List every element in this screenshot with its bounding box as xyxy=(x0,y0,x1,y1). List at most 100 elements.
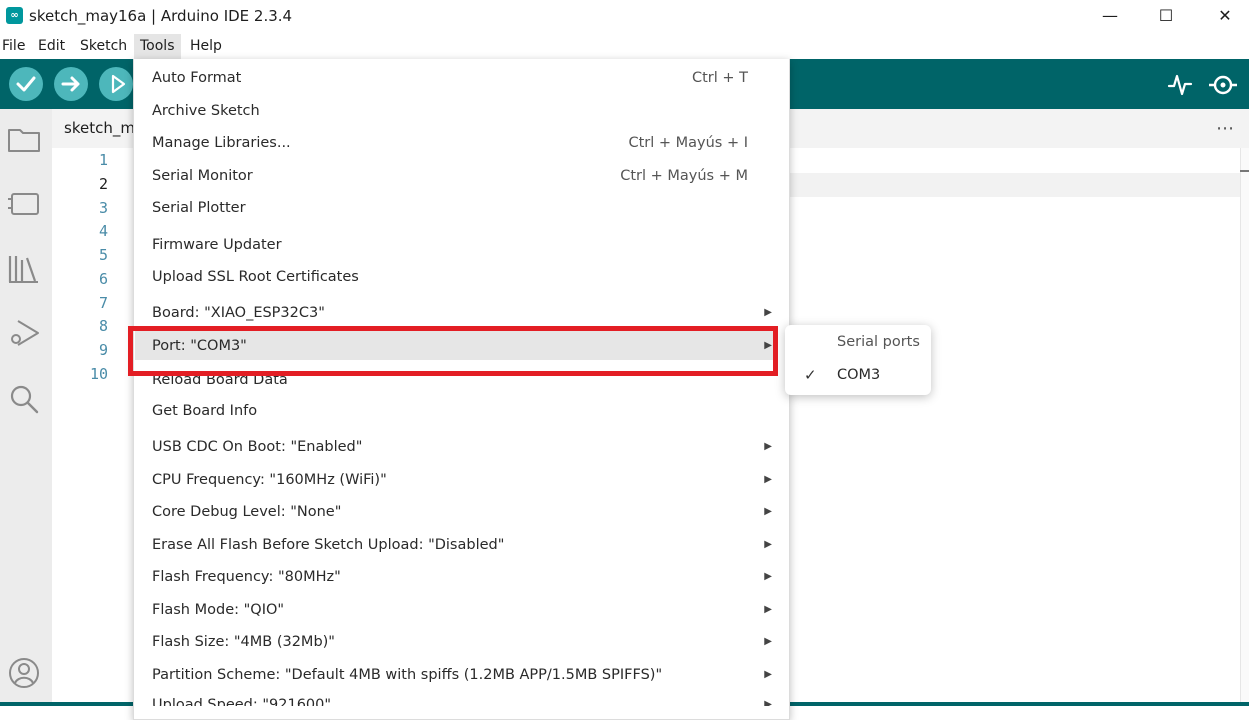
monitor-icon xyxy=(1209,75,1237,95)
search-icon xyxy=(10,385,39,414)
menu-item-label: Flash Frequency: "80MHz" xyxy=(152,569,341,585)
line-number: 10 xyxy=(89,365,108,383)
submenu-arrow-icon: ▶ xyxy=(764,307,772,318)
submenu-arrow-icon: ▶ xyxy=(764,699,772,706)
line-number: 6 xyxy=(98,270,108,288)
menu-item-label: Erase All Flash Before Sketch Upload: "D… xyxy=(152,537,505,553)
annotation-highlight-box xyxy=(128,326,778,376)
line-number: 3 xyxy=(98,199,108,217)
more-options-icon[interactable]: ⋯ xyxy=(1216,118,1235,139)
menu-item-label: Upload Speed: "921600" xyxy=(152,697,332,706)
menu-item-archive-sketch[interactable]: Archive Sketch xyxy=(152,97,772,125)
submenu-header: Serial ports xyxy=(837,334,920,350)
menu-edit[interactable]: Edit xyxy=(32,34,71,59)
maximize-button[interactable]: ☐ xyxy=(1143,0,1189,32)
menu-item-core-debug-level[interactable]: Core Debug Level: "None" ▶ xyxy=(152,498,772,526)
scrollbar-marker xyxy=(1240,170,1249,172)
submenu-arrow-icon: ▶ xyxy=(764,604,772,615)
checkmark-icon: ✓ xyxy=(804,366,817,384)
library-manager-button[interactable] xyxy=(6,251,42,287)
window-title: sketch_may16a | Arduino IDE 2.3.4 xyxy=(29,7,293,25)
menu-file[interactable]: File xyxy=(0,34,31,59)
menu-help[interactable]: Help xyxy=(184,34,228,59)
menu-item-erase-all-flash[interactable]: Erase All Flash Before Sketch Upload: "D… xyxy=(152,531,772,559)
serial-monitor-button[interactable] xyxy=(1206,68,1240,102)
menu-item-firmware-updater[interactable]: Firmware Updater xyxy=(152,231,772,259)
boards-manager-button[interactable] xyxy=(6,186,42,222)
sketchbook-button[interactable] xyxy=(6,121,42,157)
submenu-arrow-icon: ▶ xyxy=(764,669,772,680)
menu-item-label: Get Board Info xyxy=(152,403,258,419)
close-button[interactable]: ✕ xyxy=(1202,0,1248,32)
line-number: 1 xyxy=(98,151,108,169)
menu-item-board[interactable]: Board: "XIAO_ESP32C3" ▶ xyxy=(152,299,772,327)
menu-item-upload-speed[interactable]: Upload Speed: "921600" ▶ xyxy=(152,691,772,706)
menu-item-label: Manage Libraries... xyxy=(152,135,291,151)
menu-item-shortcut: Ctrl + Mayús + I xyxy=(628,135,748,151)
debug-panel-button[interactable] xyxy=(6,316,42,352)
board-icon xyxy=(8,193,39,215)
menu-item-label: Serial Plotter xyxy=(152,200,246,216)
menu-item-serial-plotter[interactable]: Serial Plotter xyxy=(152,194,772,222)
menu-item-shortcut: Ctrl + Mayús + M xyxy=(620,168,748,184)
menu-item-flash-mode[interactable]: Flash Mode: "QIO" ▶ xyxy=(152,596,772,624)
menu-bar: File Edit Sketch Tools Help xyxy=(0,34,1249,59)
search-button[interactable] xyxy=(6,381,42,417)
menu-item-label: Archive Sketch xyxy=(152,103,260,119)
tab-sketch[interactable]: sketch_m xyxy=(64,119,135,137)
submenu-arrow-icon: ▶ xyxy=(764,506,772,517)
arrow-right-icon xyxy=(61,76,80,92)
line-number: 8 xyxy=(98,317,108,335)
submenu-arrow-icon: ▶ xyxy=(764,539,772,550)
menu-item-label: Flash Size: "4MB (32Mb)" xyxy=(152,634,335,650)
port-option-com3[interactable]: COM3 xyxy=(837,367,880,383)
menu-item-serial-monitor[interactable]: Serial Monitor Ctrl + Mayús + M xyxy=(152,162,772,190)
menu-item-label: Firmware Updater xyxy=(152,237,282,253)
minimize-button[interactable]: — xyxy=(1087,0,1133,32)
submenu-arrow-icon: ▶ xyxy=(764,571,772,582)
verify-button[interactable] xyxy=(9,67,43,101)
menu-item-partition-scheme[interactable]: Partition Scheme: "Default 4MB with spif… xyxy=(152,661,772,689)
menu-item-manage-libraries[interactable]: Manage Libraries... Ctrl + Mayús + I xyxy=(152,129,772,157)
plotter-icon xyxy=(1167,74,1193,96)
arduino-logo-icon: ∞ xyxy=(6,7,23,24)
line-number: 9 xyxy=(98,341,108,359)
debug-icon xyxy=(111,74,126,94)
menu-item-label: USB CDC On Boot: "Enabled" xyxy=(152,439,363,455)
menu-item-flash-size[interactable]: Flash Size: "4MB (32Mb)" ▶ xyxy=(152,628,772,656)
current-line-highlight xyxy=(788,173,1240,197)
submenu-arrow-icon: ▶ xyxy=(764,441,772,452)
menu-item-get-board-info[interactable]: Get Board Info xyxy=(152,397,772,425)
user-icon xyxy=(9,658,39,688)
profile-button[interactable] xyxy=(6,655,42,691)
menu-item-label: Flash Mode: "QIO" xyxy=(152,602,285,618)
upload-button[interactable] xyxy=(54,67,88,101)
submenu-arrow-icon: ▶ xyxy=(764,474,772,485)
submenu-arrow-icon: ▶ xyxy=(764,636,772,647)
debug-icon xyxy=(11,320,39,346)
vertical-scrollbar[interactable] xyxy=(1240,148,1249,706)
menu-item-label: Serial Monitor xyxy=(152,168,253,184)
menu-item-label: Board: "XIAO_ESP32C3" xyxy=(152,305,325,321)
line-number: 4 xyxy=(98,222,108,240)
menu-item-flash-frequency[interactable]: Flash Frequency: "80MHz" ▶ xyxy=(152,563,772,591)
serial-plotter-button[interactable] xyxy=(1165,70,1195,100)
library-icon xyxy=(8,256,38,283)
menu-item-label: CPU Frequency: "160MHz (WiFi)" xyxy=(152,472,387,488)
debug-button[interactable] xyxy=(99,67,133,101)
menu-sketch[interactable]: Sketch xyxy=(74,34,133,59)
menu-item-usb-cdc-on-boot[interactable]: USB CDC On Boot: "Enabled" ▶ xyxy=(152,433,772,461)
menu-item-cpu-frequency[interactable]: CPU Frequency: "160MHz (WiFi)" ▶ xyxy=(152,466,772,494)
line-number: 7 xyxy=(98,294,108,312)
menu-item-label: Auto Format xyxy=(152,70,242,86)
menu-item-label: Core Debug Level: "None" xyxy=(152,504,342,520)
menu-item-auto-format[interactable]: Auto Format Ctrl + T xyxy=(152,64,772,92)
menu-item-upload-ssl-root-certificates[interactable]: Upload SSL Root Certificates xyxy=(152,263,772,291)
line-number: 2 xyxy=(98,175,108,193)
line-number: 5 xyxy=(98,246,108,264)
menu-item-shortcut: Ctrl + T xyxy=(691,70,748,86)
folder-icon xyxy=(8,129,40,152)
menu-item-label: Partition Scheme: "Default 4MB with spif… xyxy=(152,667,663,683)
checkmark-icon xyxy=(16,76,36,92)
menu-tools[interactable]: Tools xyxy=(134,34,181,59)
